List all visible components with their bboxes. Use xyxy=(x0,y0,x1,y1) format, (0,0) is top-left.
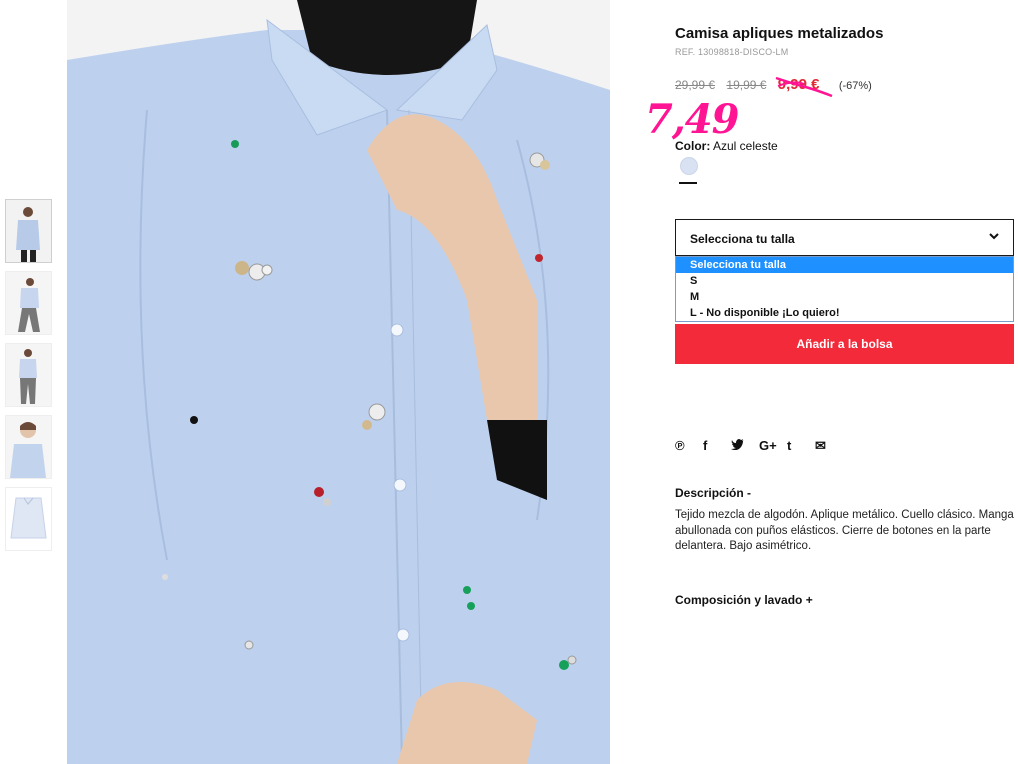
swatch-selected-indicator xyxy=(679,182,697,184)
tumblr-icon[interactable]: t xyxy=(787,438,815,454)
price-row: 29,99 € 19,99 € 9,99 € (-67%) xyxy=(675,76,880,98)
mail-icon[interactable]: ✉ xyxy=(815,438,843,454)
size-option-placeholder[interactable]: Selecciona tu talla xyxy=(676,257,1013,273)
thumbnail-1[interactable] xyxy=(5,199,52,263)
size-option-s[interactable]: S xyxy=(676,273,1013,289)
size-select[interactable]: Selecciona tu talla xyxy=(675,219,1014,256)
social-share: ℗ f G+ t ✉ xyxy=(675,438,843,454)
description-text: Tejido mezcla de algodón. Aplique metáli… xyxy=(675,509,1014,552)
color-label: Color: Azul celeste xyxy=(675,139,778,153)
size-option-m[interactable]: M xyxy=(676,289,1013,305)
thumbnail-list xyxy=(5,199,52,559)
google-plus-icon[interactable]: G+ xyxy=(759,438,787,454)
chevron-down-icon xyxy=(989,233,999,240)
facebook-icon[interactable]: f xyxy=(703,438,731,454)
product-title: Camisa apliques metalizados xyxy=(675,25,884,42)
size-dropdown: Selecciona tu talla S M L - No disponibl… xyxy=(675,256,1014,322)
twitter-icon[interactable] xyxy=(731,438,759,454)
thumbnail-2[interactable] xyxy=(5,271,52,335)
size-option-l[interactable]: L - No disponible ¡Lo quiero! xyxy=(676,305,1013,321)
main-product-image[interactable] xyxy=(67,0,610,764)
color-swatch-azul-celeste[interactable] xyxy=(680,157,698,175)
size-select-value: Selecciona tu talla xyxy=(690,232,795,246)
discount-badge: (-67%) xyxy=(838,80,872,92)
pinterest-icon[interactable]: ℗ xyxy=(675,438,703,454)
thumbnail-4[interactable] xyxy=(5,415,52,479)
description-heading[interactable]: Descripción - xyxy=(675,486,751,500)
price-previous: 19,99 € xyxy=(726,78,767,92)
price-original: 29,99 € xyxy=(675,78,716,92)
thumbnail-3[interactable] xyxy=(5,343,52,407)
add-to-bag-button[interactable]: Añadir a la bolsa xyxy=(675,324,1014,364)
handwritten-price: 7,49 xyxy=(645,96,739,143)
price-current: 9,99 € xyxy=(775,76,833,98)
composition-heading[interactable]: Composición y lavado + xyxy=(675,593,813,607)
thumbnail-5[interactable] xyxy=(5,487,52,551)
price-scribble-mark xyxy=(775,76,833,98)
product-ref: REF. 13098818-DISCO-LM xyxy=(675,47,789,57)
color-value: Azul celeste xyxy=(713,139,778,153)
